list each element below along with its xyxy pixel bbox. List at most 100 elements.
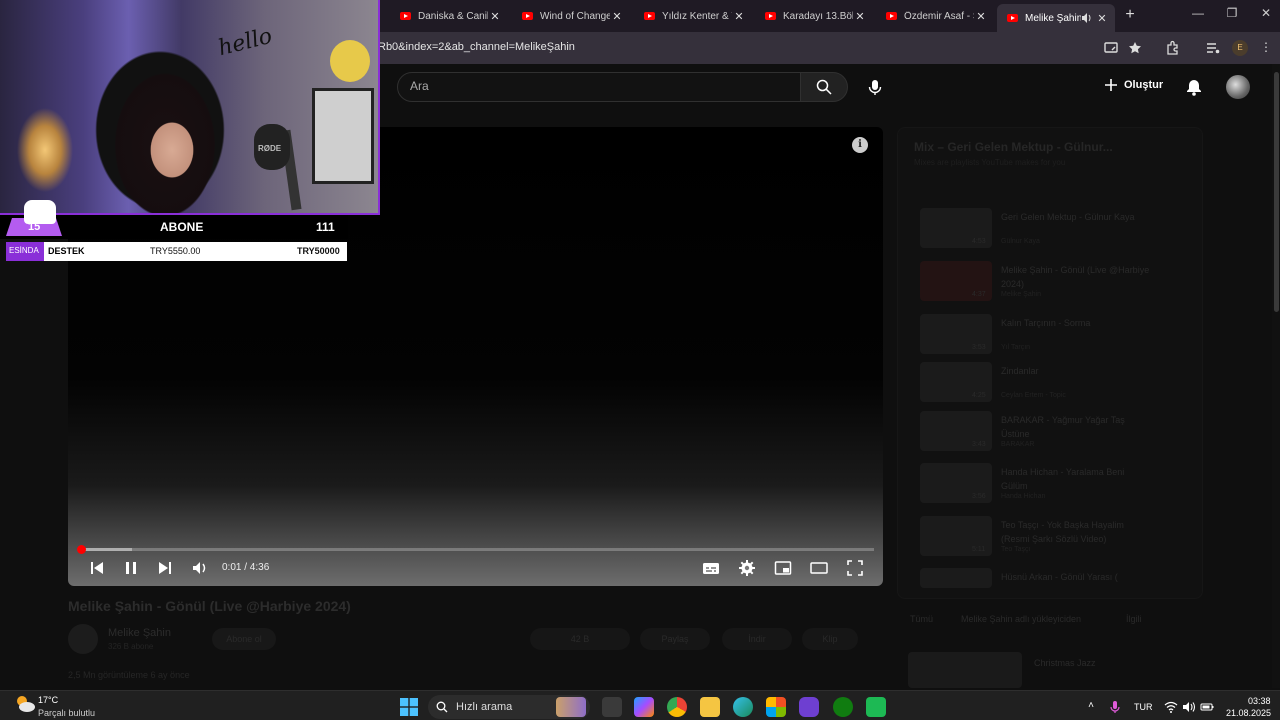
chip-related[interactable]: İlgili <box>1126 614 1142 624</box>
chip-all[interactable]: Tümü <box>910 614 933 624</box>
browser-tab-5[interactable]: Özdemir Asaf - S ✕ <box>876 4 994 28</box>
minimize-icon[interactable]: — <box>1188 6 1208 26</box>
channel-avatar[interactable] <box>68 624 98 654</box>
browser-menu-icon[interactable]: ⋮ <box>1258 40 1274 56</box>
recommended-thumbnail[interactable] <box>908 652 1022 688</box>
xbox-icon[interactable] <box>833 697 853 717</box>
volume-icon[interactable] <box>191 559 209 577</box>
progress-bar[interactable] <box>78 548 874 551</box>
subscribe-button[interactable]: Abone ol <box>212 628 276 650</box>
theater-mode-icon[interactable] <box>810 559 828 577</box>
youtube-favicon-icon <box>765 12 776 20</box>
search-icon <box>816 79 832 95</box>
file-explorer-icon[interactable] <box>700 697 720 717</box>
browser-tab-3[interactable]: Yıldız Kenter & Y ✕ <box>634 4 752 28</box>
clock-time[interactable]: 03:38 <box>1248 696 1271 706</box>
windows-start-icon[interactable] <box>400 698 418 716</box>
youtube-favicon-icon <box>644 12 655 20</box>
restore-icon[interactable]: ❐ <box>1222 6 1242 26</box>
donation-goal: TRY50000 <box>297 246 340 256</box>
weather-temperature[interactable]: 17°C <box>38 695 58 705</box>
playlist-item-channel: Teo Taşçı <box>1001 546 1031 553</box>
previous-icon[interactable] <box>88 559 106 577</box>
profile-avatar[interactable]: E <box>1232 40 1248 56</box>
tab-close-icon[interactable]: ✕ <box>853 10 867 23</box>
streaming-app-icon[interactable] <box>866 697 886 717</box>
playlist-item[interactable]: 3:43 BARAKAR - Yağmur Yağar Taş Üstüne B… <box>920 411 1190 457</box>
playlist-item[interactable]: 4:25 Zindanlar Ceylan Ertem - Topic <box>920 362 1190 408</box>
video-title: Melike Şahin - Gönül (Live @Harbiye 2024… <box>68 598 351 614</box>
search-button[interactable] <box>800 72 848 102</box>
playlist-item-channel: Yıl Tarçın <box>1001 344 1031 351</box>
bookmark-star-icon[interactable] <box>1127 40 1143 56</box>
fullscreen-icon[interactable] <box>846 559 864 577</box>
wifi-icon[interactable] <box>1164 700 1178 714</box>
edge-icon[interactable] <box>733 697 753 717</box>
extensions-icon[interactable] <box>1165 40 1181 56</box>
weather-partly-cloudy-icon[interactable] <box>14 694 36 714</box>
playlist-title[interactable]: Mix – Geri Gelen Mektup - Gülnur... <box>914 140 1113 154</box>
search-input[interactable]: Ara <box>410 79 429 93</box>
speaker-audio-icon[interactable] <box>1081 12 1093 24</box>
playlist-item[interactable]: 4:53 Geri Gelen Mektup - Gülnur Kaya Gül… <box>920 208 1190 254</box>
microphone-icon[interactable] <box>866 78 884 96</box>
tab-label: Wind of Change <box>540 10 610 22</box>
tab-close-icon[interactable]: ✕ <box>1095 12 1109 25</box>
progress-scrubber-handle[interactable] <box>77 545 86 554</box>
settings-gear-icon[interactable] <box>738 559 756 577</box>
speaker-icon[interactable] <box>1182 700 1196 714</box>
cast-icon[interactable] <box>1103 40 1119 56</box>
user-avatar[interactable] <box>1226 75 1250 99</box>
pause-icon[interactable] <box>122 559 140 577</box>
url-text[interactable]: Rb0&index=2&ab_channel=MelikeŞahin <box>378 41 575 53</box>
copilot-icon[interactable] <box>634 697 654 717</box>
browser-tab-6-active[interactable]: Melike Şahin ✕ <box>997 4 1115 32</box>
clock-date[interactable]: 21.08.2025 <box>1226 708 1271 718</box>
scrollbar-thumb[interactable] <box>1274 72 1279 312</box>
tab-close-icon[interactable]: ✕ <box>488 10 502 23</box>
clip-button[interactable]: Klip <box>802 628 858 650</box>
new-tab-button[interactable]: + <box>1122 6 1138 26</box>
tab-label: Melike Şahin <box>1025 12 1081 24</box>
playlist-item[interactable]: 3:56 Handa Hichan - Yaralama Beni Gülüm … <box>920 463 1190 509</box>
language-indicator[interactable]: TUR <box>1134 702 1153 712</box>
chip-from-uploader[interactable]: Melike Şahin adlı yükleyiciden <box>961 614 1081 624</box>
tab-close-icon[interactable]: ✕ <box>974 10 988 23</box>
browser-tab-4[interactable]: Karadayı 13.Bölü ✕ <box>755 4 873 28</box>
weather-description[interactable]: Parçalı bulutlu <box>38 708 95 718</box>
taskbar-search-icon <box>436 701 448 713</box>
next-icon[interactable] <box>156 559 174 577</box>
tab-close-icon[interactable]: ✕ <box>610 10 624 23</box>
search-box[interactable]: Ara <box>397 72 801 102</box>
info-icon[interactable]: i <box>852 137 868 153</box>
subtitles-icon[interactable] <box>702 559 720 577</box>
channel-name[interactable]: Melike Şahin <box>108 627 171 639</box>
chrome-icon[interactable] <box>667 697 687 717</box>
video-description[interactable]: 2,5 Mn görüntüleme 6 ay önce <box>68 670 883 684</box>
tab-close-icon[interactable]: ✕ <box>732 10 746 23</box>
notifications-bell-icon[interactable] <box>1186 78 1202 96</box>
playlist-item[interactable]: 4:37 Melike Şahin - Gönül (Live @Harbiye… <box>920 261 1190 307</box>
app-purple-icon[interactable] <box>799 697 819 717</box>
tray-microphone-icon[interactable] <box>1108 700 1122 714</box>
browser-tab-1[interactable]: Daniska & Canik ✕ <box>390 4 508 28</box>
battery-icon[interactable] <box>1200 700 1214 714</box>
create-button[interactable]: Oluştur <box>1104 78 1163 92</box>
browser-tab-2[interactable]: Wind of Change ✕ <box>512 4 630 28</box>
playlist-item[interactable]: 3:53 Kalın Tarçının - Sorma Yıl Tarçın <box>920 314 1190 360</box>
download-button[interactable]: İndir <box>722 628 792 650</box>
share-button[interactable]: Paylaş <box>640 628 710 650</box>
playlist-item[interactable]: Hüsnü Arkan - Gönül Yarası ( <box>920 568 1190 590</box>
miniplayer-icon[interactable] <box>774 559 792 577</box>
playlist-item[interactable]: 5:11 Teo Taşçı - Yok Başka Hayalim (Resm… <box>920 516 1190 562</box>
tray-overflow-chevron-icon[interactable]: ˄ <box>1084 700 1098 714</box>
microsoft-store-icon[interactable] <box>766 697 786 717</box>
playlist-item-title: Handa Hichan - Yaralama Beni Gülüm <box>1001 467 1125 491</box>
taskbar-search-label[interactable]: Hızlı arama <box>456 701 512 713</box>
close-window-icon[interactable]: ✕ <box>1256 6 1276 26</box>
like-button[interactable]: 42 B <box>530 628 630 650</box>
media-controls-icon[interactable] <box>1205 40 1221 56</box>
recommended-title[interactable]: Christmas Jazz <box>1034 658 1096 668</box>
task-view-icon[interactable] <box>602 697 622 717</box>
youtube-favicon-icon <box>886 12 897 20</box>
